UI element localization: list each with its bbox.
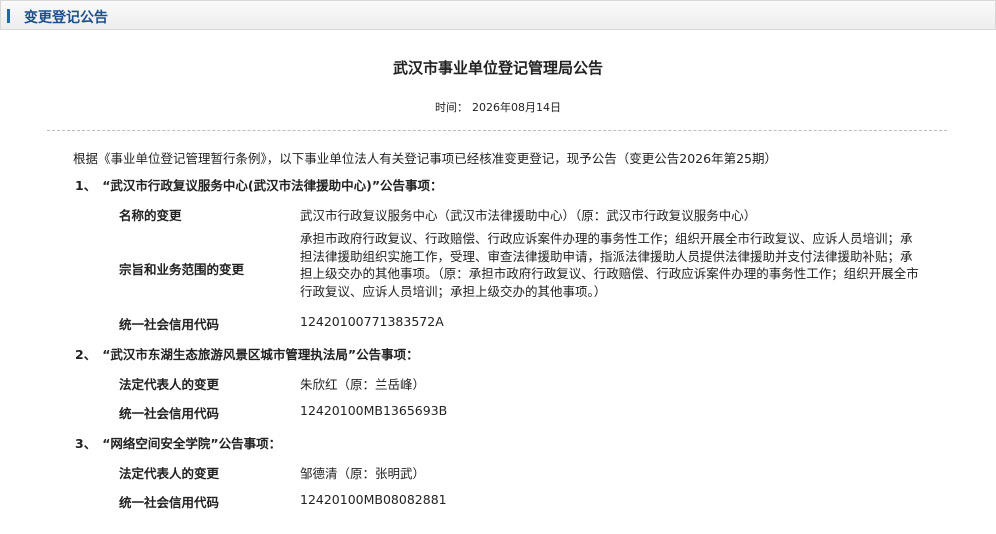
item-title: “武汉市行政复议服务中心(武汉市法律援助中心)”公告事项：	[102, 178, 443, 193]
item-number: 3、	[75, 436, 97, 451]
item-heading: 2、 “武汉市东湖生态旅游风景区城市管理执法局”公告事项：	[75, 344, 419, 363]
dashed-divider	[47, 130, 947, 131]
item-number: 1、	[75, 178, 97, 193]
field-value: 武汉市行政复议服务中心（武汉市法律援助中心）（原：武汉市行政复议服务中心）	[300, 208, 757, 223]
field-value: 12420100MB1365693B	[300, 403, 448, 418]
item-heading: 1、 “武汉市行政复议服务中心(武汉市法律援助中心)”公告事项：	[75, 175, 443, 194]
header-accent-bar	[7, 9, 10, 23]
publish-time: 时间： 2026年08月14日	[0, 99, 996, 115]
item-heading: 3、 “网络空间安全学院”公告事项：	[75, 433, 281, 452]
field-label: 统一社会信用代码	[119, 406, 220, 421]
field-value: 承担市政府行政复议、行政赔偿、行政应诉案件办理的事务性工作；组织开展全市行政复议…	[300, 231, 919, 299]
field-label: 统一社会信用代码	[119, 317, 220, 332]
item-number: 2、	[75, 347, 97, 362]
item-title: “武汉市东湖生态旅游风景区城市管理执法局”公告事项：	[102, 347, 419, 362]
field-label: 名称的变更	[119, 208, 182, 223]
field-label: 宗旨和业务范围的变更	[119, 262, 245, 277]
announcement-title: 武汉市事业单位登记管理局公告	[392, 59, 603, 77]
publish-time-value: 2026年08月14日	[472, 101, 561, 114]
item-title: “网络空间安全学院”公告事项：	[102, 436, 282, 451]
publish-time-label: 时间：	[435, 101, 468, 114]
section-title: 变更登记公告	[24, 10, 108, 26]
field-label: 统一社会信用代码	[119, 495, 220, 510]
field-value: 朱欣红（原：兰岳峰）	[300, 377, 426, 392]
intro-paragraph: 根据《事业单位登记管理暂行条例》，以下事业单位法人有关登记事项已经核准变更登记，…	[73, 151, 777, 166]
field-label: 法定代表人的变更	[119, 466, 220, 481]
section-header: 变更登记公告	[0, 0, 996, 30]
field-value: 12420100771383572A	[300, 314, 444, 329]
field-label: 法定代表人的变更	[119, 377, 220, 392]
field-value: 12420100MB08082881	[300, 492, 447, 507]
field-value: 邹德清（原：张明武）	[300, 466, 426, 481]
